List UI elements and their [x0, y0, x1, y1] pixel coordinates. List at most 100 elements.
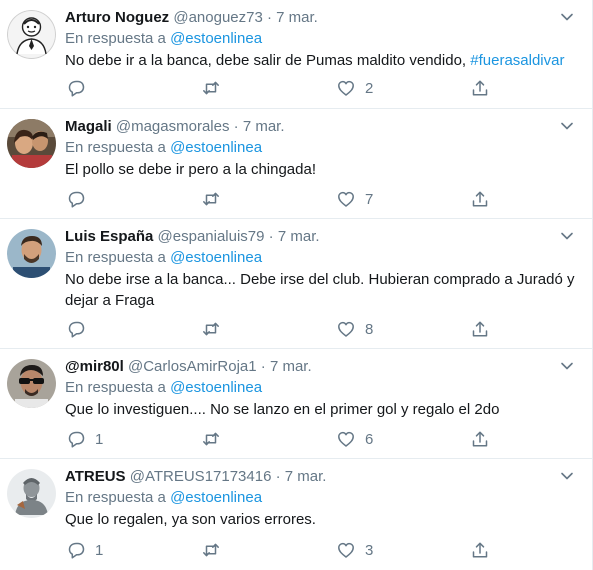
retweet-button[interactable]: [202, 77, 220, 99]
tweet[interactable]: @mir80l @CarlosAmirRoja1 · 7 mar. En res…: [0, 349, 592, 459]
reply-context: En respuesta a @estoenlinea: [65, 377, 578, 399]
reply-context: En respuesta a @estoenlinea: [65, 247, 578, 269]
retweet-icon: [203, 432, 219, 446]
reply-context: En respuesta a @estoenlinea: [65, 487, 578, 509]
tweet-actions: 8: [65, 318, 592, 340]
author-handle[interactable]: @magasmorales: [116, 118, 230, 135]
reply-button[interactable]: [67, 318, 95, 340]
tweet-text-line: No debe irse a la banca... Debe irse del…: [65, 271, 575, 288]
separator-dot: ·: [275, 468, 281, 485]
reply-count: 1: [95, 541, 104, 559]
author-name[interactable]: Arturo Noguez: [65, 9, 169, 26]
tweet-text-body: No debe ir a la banca, debe salir de Pum…: [65, 52, 471, 69]
like-count: 3: [365, 541, 374, 559]
reply-icon: [68, 431, 85, 448]
tweet-date[interactable]: 7 mar.: [276, 9, 318, 26]
chevron-down-icon[interactable]: [560, 12, 574, 22]
mention-link[interactable]: @estoenlinea: [170, 249, 262, 266]
author-handle[interactable]: @ATREUS17173416: [130, 468, 272, 485]
reply-button[interactable]: 1: [67, 428, 103, 450]
tweet-date[interactable]: 7 mar.: [278, 228, 320, 245]
reply-prefix: En respuesta a: [65, 30, 166, 47]
reply-prefix: En respuesta a: [65, 379, 166, 396]
avatar[interactable]: [7, 359, 56, 408]
author-handle[interactable]: @CarlosAmirRoja1: [128, 358, 257, 375]
hashtag-link[interactable]: #fuerasaldivar: [470, 52, 564, 69]
share-button[interactable]: [471, 188, 489, 210]
share-icon: [472, 431, 488, 447]
tweet-date[interactable]: 7 mar.: [270, 358, 312, 375]
share-button[interactable]: [471, 318, 489, 340]
tweet-actions: 1 3: [65, 539, 592, 561]
like-button[interactable]: 6: [337, 428, 373, 450]
heart-icon: [338, 431, 354, 447]
heart-icon: [338, 191, 354, 207]
reply-button[interactable]: [67, 77, 95, 99]
avatar[interactable]: [7, 229, 56, 278]
tweet-text: Que lo regalen, ya son varios errores.: [65, 511, 316, 528]
reply-icon: [68, 321, 85, 338]
chevron-down-icon[interactable]: [560, 121, 574, 131]
tweet-text: No debe ir a la banca, debe salir de Pum…: [65, 50, 578, 71]
retweet-icon: [203, 81, 219, 95]
reply-icon: [68, 542, 85, 559]
mention-link[interactable]: @estoenlinea: [170, 30, 262, 47]
share-button[interactable]: [471, 539, 489, 561]
share-button[interactable]: [471, 77, 489, 99]
retweet-button[interactable]: [202, 318, 220, 340]
like-button[interactable]: 3: [337, 539, 373, 561]
tweet-actions: 7: [65, 188, 592, 210]
tweet-body: ATREUS @ATREUS17173416 · 7 mar. En respu…: [65, 467, 578, 530]
mention-link[interactable]: @estoenlinea: [170, 379, 262, 396]
tweet[interactable]: ATREUS @ATREUS17173416 · 7 mar. En respu…: [0, 459, 592, 570]
reply-button[interactable]: 1: [67, 539, 103, 561]
reply-icon: [68, 191, 85, 208]
share-icon: [472, 321, 488, 337]
tweet-date[interactable]: 7 mar.: [285, 468, 327, 485]
tweet-body: Arturo Noguez @anoguez73 · 7 mar. En res…: [65, 8, 578, 71]
mention-link[interactable]: @estoenlinea: [170, 489, 262, 506]
avatar[interactable]: [7, 119, 56, 168]
chevron-down-icon[interactable]: [560, 471, 574, 481]
share-icon: [472, 542, 488, 558]
separator-dot: ·: [266, 9, 272, 26]
author-name[interactable]: Magali: [65, 118, 112, 135]
tweet-body: Magali @magasmorales · 7 mar. En respues…: [65, 117, 578, 180]
chevron-down-icon[interactable]: [560, 231, 574, 241]
tweet-body: Luis España @espanialuis79 · 7 mar. En r…: [65, 227, 578, 311]
reply-count: 1: [95, 430, 104, 448]
retweet-button[interactable]: [202, 188, 220, 210]
author-name[interactable]: @mir80l: [65, 358, 124, 375]
author-name[interactable]: ATREUS: [65, 468, 126, 485]
tweet[interactable]: Arturo Noguez @anoguez73 · 7 mar. En res…: [0, 0, 592, 109]
tweet[interactable]: Luis España @espanialuis79 · 7 mar. En r…: [0, 219, 592, 349]
reply-icon: [68, 80, 85, 97]
retweet-icon: [203, 543, 219, 557]
reply-button[interactable]: [67, 188, 95, 210]
tweet-date[interactable]: 7 mar.: [243, 118, 285, 135]
retweet-icon: [203, 322, 219, 336]
author-handle[interactable]: @espanialuis79: [158, 228, 265, 245]
tweet-text-line: dejar a Fraga: [65, 292, 155, 309]
like-button[interactable]: 2: [337, 77, 373, 99]
chevron-down-icon[interactable]: [560, 361, 574, 371]
tweet[interactable]: Magali @magasmorales · 7 mar. En respues…: [0, 109, 592, 219]
tweet-text: No debe irse a la banca... Debe irse del…: [65, 269, 578, 311]
retweet-button[interactable]: [202, 428, 220, 450]
author-name[interactable]: Luis España: [65, 228, 153, 245]
like-count: 8: [365, 320, 374, 338]
separator-dot: ·: [268, 228, 274, 245]
reply-context: En respuesta a @estoenlinea: [65, 28, 578, 50]
reply-prefix: En respuesta a: [65, 489, 166, 506]
mention-link[interactable]: @estoenlinea: [170, 139, 262, 156]
separator-dot: ·: [233, 118, 239, 135]
share-button[interactable]: [471, 428, 489, 450]
retweet-button[interactable]: [202, 539, 220, 561]
reply-prefix: En respuesta a: [65, 249, 166, 266]
avatar[interactable]: [7, 469, 56, 518]
author-handle[interactable]: @anoguez73: [173, 9, 262, 26]
tweet-text: Que lo investiguen.... No se lanzo en el…: [65, 401, 500, 418]
like-button[interactable]: 8: [337, 318, 373, 340]
like-button[interactable]: 7: [337, 188, 373, 210]
avatar[interactable]: [7, 10, 56, 59]
